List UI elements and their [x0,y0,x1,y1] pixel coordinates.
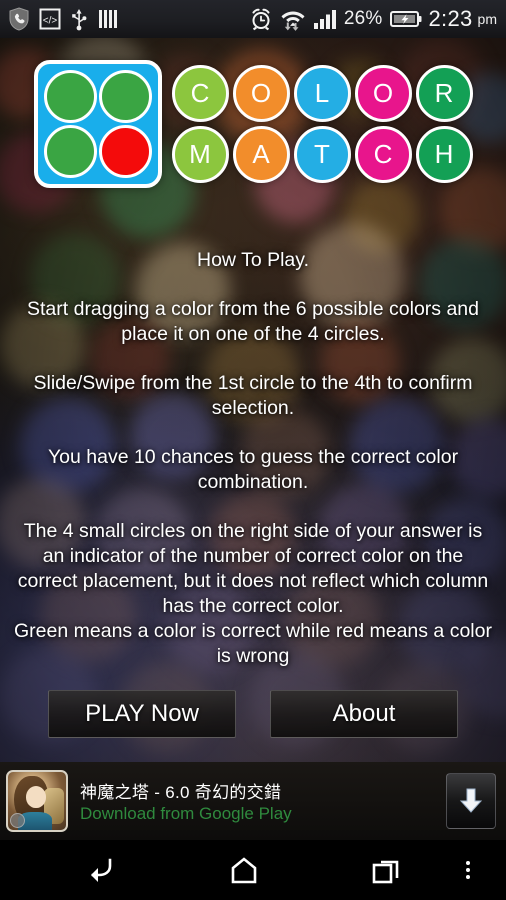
usb-icon [72,9,87,31]
logo-word-match: MATCH [171,126,473,183]
logo-dot-green-1 [43,70,97,123]
status-bar-left: </> [0,7,121,31]
instructions-paragraph-4: The 4 small circles on the right side of… [17,520,489,617]
logo-letter-a-row2-1: A [232,126,290,183]
ad-icon-face [26,786,46,808]
status-bar: </> 26% 2:23 pm [0,0,506,38]
logo-word-color: COLOR [171,65,473,122]
alarm-clock-icon [252,8,270,31]
logo-letter-h-row2-4: H [415,126,473,183]
app-logo: COLOR MATCH [0,60,506,188]
logo-letter-l-row1-2: L [293,65,351,122]
logo-letter-o-row1-1: O [232,65,290,122]
logo-dot-red [98,125,152,178]
cellular-signal-icon [313,10,336,29]
logo-letter-c-row2-3: C [354,126,412,183]
shield-phone-icon [9,7,29,31]
instructions-panel: How To Play. Start dragging a color from… [0,248,506,669]
instructions-title: How To Play. [197,249,309,271]
instructions-paragraph-3: You have 10 chances to guess the correct… [47,446,459,493]
instructions-paragraph-5: Green means a color is correct while red… [14,620,492,667]
recent-apps-icon[interactable] [372,856,402,884]
logo-letter-r-row1-4: R [415,65,473,122]
logo-letter-m-row2-0: M [171,126,229,183]
overflow-menu-icon[interactable] [466,858,470,882]
menu-dot-3 [466,875,470,879]
logo-dot-green-3 [43,125,97,178]
status-bar-right: 26% 2:23 pm [249,6,506,32]
ad-subtitle: Download from Google Play [80,804,292,823]
svg-text:</>: </> [43,16,58,27]
logo-letter-t-row2-2: T [293,126,351,183]
ad-banner[interactable]: 神魔之塔 - 6.0 奇幻的交錯 Download from Google Pl… [0,762,506,840]
logo-letter-o-row1-3: O [354,65,412,122]
action-buttons: PLAY Now About [0,690,506,738]
logo-letters: COLOR MATCH [171,65,473,183]
color-match-app-icon [33,60,162,188]
vertical-bars-icon [99,10,117,28]
home-icon[interactable] [228,856,260,884]
ad-icon-badge [10,813,25,828]
download-arrow-icon [459,788,483,813]
android-navigation-bar [0,840,506,900]
instructions-paragraph-1: Start dragging a color from the 6 possib… [27,298,479,345]
play-now-button[interactable]: PLAY Now [48,690,236,738]
instructions-paragraph-2: Slide/Swipe from the 1st circle to the 4… [33,372,473,419]
menu-dot-1 [466,861,470,865]
app-screen: </> 26% 2:23 pm C O L O R M A T C H How … [0,0,506,900]
battery-percent-label: 26% [343,8,383,29]
ad-app-icon[interactable] [6,770,68,832]
menu-dot-2 [466,868,470,872]
ad-title: 神魔之塔 - 6.0 奇幻的交錯 [80,783,282,802]
code-brackets-icon: </> [39,8,61,30]
wifi-data-transfer-icon [281,11,305,31]
battery-charging-icon [389,11,422,27]
about-button[interactable]: About [270,690,458,738]
logo-letter-c-row1-0: C [171,65,229,122]
clock-ampm: pm [477,11,497,27]
ad-text-block: 神魔之塔 - 6.0 奇幻的交錯 Download from Google Pl… [80,778,292,824]
logo-dot-green-2 [98,70,152,123]
clock-time: 2:23 [428,6,473,31]
ad-download-button[interactable] [446,773,496,829]
back-icon[interactable] [84,856,116,884]
